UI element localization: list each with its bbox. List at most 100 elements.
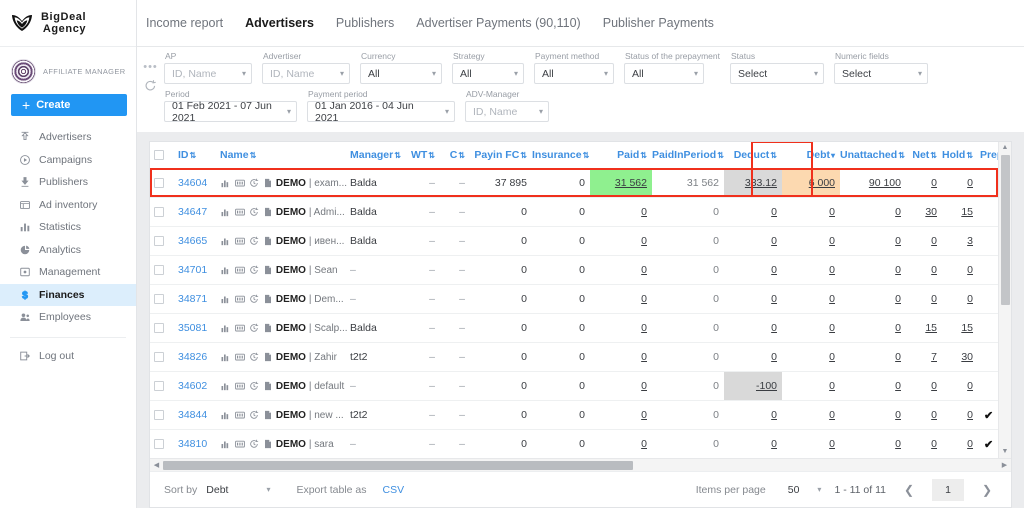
table-row[interactable]: 34602 DEMO | default – – –0 0 0 0 -100 0 0 0 0 (150, 371, 998, 401)
table-row[interactable]: 34871 DEMO | Dem... – – –0 0 0 0 0 0 0 0 0 (150, 284, 998, 314)
export-csv-link[interactable]: CSV (383, 484, 405, 496)
cell-id[interactable]: 34604 (174, 168, 216, 198)
reset-refresh-icon[interactable] (144, 79, 157, 97)
filter-strategy-select[interactable]: All ▾ (452, 63, 524, 84)
row-checkbox-cell[interactable] (150, 429, 174, 458)
select-all-header[interactable] (150, 142, 174, 169)
counter-box-icon[interactable] (234, 178, 245, 189)
table-vertical-scrollbar[interactable]: ▲ ▼ (998, 142, 1011, 458)
cell-id[interactable]: 34647 (174, 197, 216, 227)
table-horizontal-scrollbar[interactable]: ◀ ▶ (150, 458, 1011, 471)
row-checkbox-cell[interactable] (150, 284, 174, 314)
history-clock-icon[interactable] (248, 381, 259, 392)
chart-bars-icon[interactable] (220, 294, 231, 305)
sidebar-item-publishers[interactable]: Publishers (0, 171, 136, 194)
document-icon[interactable] (262, 236, 273, 247)
tab-advertiser-payments[interactable]: Advertiser Payments (90,110) (416, 16, 580, 30)
tab-publisher-payments[interactable]: Publisher Payments (603, 16, 714, 30)
hscroll-thumb[interactable] (163, 460, 633, 470)
table-row[interactable]: 34701 DEMO | Sean – – –0 0 0 0 0 0 0 0 0 (150, 255, 998, 285)
col-c[interactable]: C⇅ (440, 142, 470, 169)
row-checkbox[interactable] (154, 294, 164, 305)
chart-bars-icon[interactable] (220, 323, 231, 334)
document-icon[interactable] (262, 410, 273, 421)
table-row[interactable]: 34844 DEMO | new ... t2t2– –0 0 0 0 0 0 0 0 0 ✔ (150, 400, 998, 430)
document-icon[interactable] (262, 323, 273, 334)
history-clock-icon[interactable] (248, 439, 259, 450)
row-checkbox-cell[interactable] (150, 313, 174, 343)
filter-period-select[interactable]: 01 Feb 2021 - 07 Jun 2021 ▾ (164, 100, 297, 124)
row-checkbox-cell[interactable] (150, 255, 174, 285)
next-page-button[interactable]: ❯ (977, 480, 997, 500)
row-checkbox-cell[interactable] (150, 197, 174, 227)
counter-box-icon[interactable] (234, 236, 245, 247)
sidebar-item-statistics[interactable]: Statistics (0, 216, 136, 239)
sidebar-item-employees[interactable]: Employees (0, 306, 136, 329)
brand[interactable]: BigDeal Agency (0, 0, 136, 47)
filter-currency-select[interactable]: All ▾ (360, 63, 442, 84)
counter-box-icon[interactable] (234, 323, 245, 334)
items-per-page-select[interactable]: 50 ▾ (788, 484, 822, 496)
history-clock-icon[interactable] (248, 265, 259, 276)
row-checkbox-cell[interactable] (150, 400, 174, 430)
page-number[interactable]: 1 (932, 478, 964, 501)
row-checkbox-cell[interactable] (150, 342, 174, 372)
col-payin-fc[interactable]: Payin FC⇅ (470, 142, 532, 169)
row-checkbox[interactable] (154, 207, 164, 218)
col-paid[interactable]: Paid⇅ (590, 142, 652, 169)
row-checkbox[interactable] (154, 439, 164, 450)
col-unattached[interactable]: Unattached⇅ (840, 142, 906, 169)
chart-bars-icon[interactable] (220, 236, 231, 247)
document-icon[interactable] (262, 207, 273, 218)
history-clock-icon[interactable] (248, 352, 259, 363)
row-checkbox-cell[interactable] (150, 226, 174, 256)
filter-ap-select[interactable]: ID, Name ▾ (164, 63, 252, 84)
counter-box-icon[interactable] (234, 207, 245, 218)
cell-id[interactable]: 35081 (174, 313, 216, 343)
table-row[interactable]: 34810 DEMO | sara – – –0 0 0 0 0 0 0 0 0 ✔ (150, 429, 998, 458)
tab-publishers[interactable]: Publishers (336, 16, 394, 30)
sidebar-item-campaigns[interactable]: Campaigns (0, 149, 136, 172)
tab-advertisers[interactable]: Advertisers (245, 16, 314, 30)
chart-bars-icon[interactable] (220, 381, 231, 392)
document-icon[interactable] (262, 352, 273, 363)
chart-bars-icon[interactable] (220, 265, 231, 276)
row-checkbox[interactable] (154, 410, 164, 421)
row-checkbox[interactable] (154, 265, 164, 276)
filter-payment-period-select[interactable]: 01 Jan 2016 - 04 Jun 2021 ▾ (307, 100, 455, 124)
document-icon[interactable] (262, 265, 273, 276)
chart-bars-icon[interactable] (220, 439, 231, 450)
col-paid-in-period[interactable]: PaidInPeriod⇅ (652, 142, 724, 169)
table-row[interactable]: 34665 DEMO | ивен... Balda – –0 0 0 0 0 0 0 0 3 (150, 226, 998, 256)
cell-id[interactable]: 34871 (174, 284, 216, 314)
sidebar-item-advertisers[interactable]: Advertisers (0, 126, 136, 149)
vscroll-thumb[interactable] (1000, 155, 1010, 305)
sidebar-item-analytics[interactable]: Analytics (0, 239, 136, 262)
chart-bars-icon[interactable] (220, 178, 231, 189)
scroll-down-icon[interactable]: ▼ (1002, 446, 1009, 458)
filter-advertiser-select[interactable]: ID, Name ▾ (262, 63, 350, 84)
counter-box-icon[interactable] (234, 410, 245, 421)
row-checkbox[interactable] (154, 236, 164, 247)
chart-bars-icon[interactable] (220, 410, 231, 421)
col-deduct[interactable]: Deduct⇅ (724, 142, 782, 169)
chart-bars-icon[interactable] (220, 207, 231, 218)
filter-adv-manager-select[interactable]: ID, Name ▾ (465, 101, 549, 122)
counter-box-icon[interactable] (234, 439, 245, 450)
document-icon[interactable] (262, 381, 273, 392)
col-net[interactable]: Net⇅ (906, 142, 942, 169)
cell-id[interactable]: 34701 (174, 255, 216, 285)
history-clock-icon[interactable] (248, 178, 259, 189)
col-name[interactable]: Name⇅ (216, 142, 346, 169)
col-manager[interactable]: Manager⇅ (346, 142, 406, 169)
row-checkbox-cell[interactable] (150, 371, 174, 401)
cell-id[interactable]: 34665 (174, 226, 216, 256)
cell-id[interactable]: 34810 (174, 429, 216, 458)
col-id[interactable]: ID⇅ (174, 142, 216, 169)
cell-id[interactable]: 34826 (174, 342, 216, 372)
history-clock-icon[interactable] (248, 294, 259, 305)
col-hold[interactable]: Hold⇅ (942, 142, 978, 169)
scroll-right-icon[interactable]: ▶ (998, 461, 1011, 469)
counter-box-icon[interactable] (234, 352, 245, 363)
document-icon[interactable] (262, 439, 273, 450)
